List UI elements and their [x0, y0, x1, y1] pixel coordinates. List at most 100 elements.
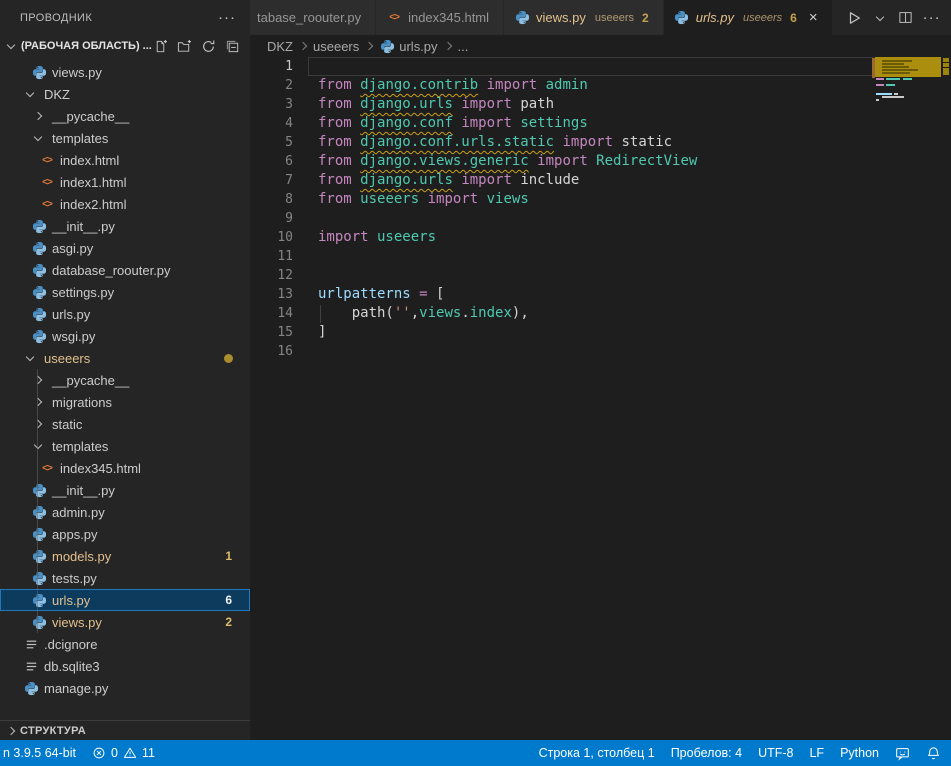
tree-item-__init__.py[interactable]: __init__.py — [0, 215, 250, 237]
run-button[interactable] — [843, 7, 865, 29]
chevron-right-icon — [31, 416, 47, 432]
tree-item-asgi.py[interactable]: asgi.py — [0, 237, 250, 259]
tab-urls.py[interactable]: urls.pyuseeers6× — [664, 0, 833, 35]
code-line-7[interactable]: 7from django.urls import include — [250, 171, 951, 190]
python-file-icon — [674, 10, 690, 26]
tree-item-database_roouter.py[interactable]: database_roouter.py — [0, 259, 250, 281]
tree-item-__pycache__[interactable]: __pycache__ — [0, 105, 250, 127]
chevron-right-icon — [31, 372, 47, 388]
tab-index345.html[interactable]: <>index345.html — [376, 0, 504, 35]
code-line-2[interactable]: 2from django.contrib import admin — [250, 76, 951, 95]
tree-item-index2.html[interactable]: <>index2.html — [0, 193, 250, 215]
tree-item-templates[interactable]: templates — [0, 127, 250, 149]
minimap[interactable] — [872, 57, 941, 740]
breadcrumb-separator-icon — [299, 42, 307, 50]
line-number: 15 — [250, 323, 293, 342]
tree-item-db.sqlite3[interactable]: db.sqlite3 — [0, 655, 250, 677]
tree-item-.dcignore[interactable]: .dcignore — [0, 633, 250, 655]
breadcrumb-segment-urls.py[interactable]: urls.py — [379, 38, 437, 54]
tree-item-DKZ[interactable]: DKZ — [0, 83, 250, 105]
tree-item-views.py[interactable]: views.py — [0, 61, 250, 83]
breadcrumb-segment-useeers[interactable]: useeers — [313, 39, 359, 54]
status-encoding[interactable]: UTF-8 — [758, 746, 793, 760]
code-line-6[interactable]: 6from django.views.generic import Redire… — [250, 152, 951, 171]
outline-label: СТРУКТУРА — [20, 725, 86, 737]
workspace-section-header[interactable]: (РАБОЧАЯ ОБЛАСТЬ) ... — [0, 35, 250, 57]
file-label: asgi.py — [52, 241, 93, 256]
code-line-11[interactable]: 11 — [250, 247, 951, 266]
code-lines: 12from django.contrib import admin3from … — [250, 57, 951, 361]
tab-tabase_roouter.py[interactable]: tabase_roouter.py — [250, 0, 376, 35]
run-dropdown-button[interactable] — [869, 7, 891, 29]
line-content: from django.urls import path — [318, 95, 554, 114]
tab-description: useeers — [743, 12, 782, 24]
default-file-icon — [23, 658, 39, 674]
html-file-icon: <> — [39, 152, 55, 168]
tree-item-useeers[interactable]: useeers — [0, 347, 250, 369]
new-folder-button[interactable] — [176, 38, 193, 55]
line-number: 2 — [250, 76, 293, 95]
python-file-icon — [31, 218, 47, 234]
tree-item-index1.html[interactable]: <>index1.html — [0, 171, 250, 193]
file-label: index345.html — [60, 461, 141, 476]
new-file-button[interactable] — [152, 38, 169, 55]
python-file-icon — [31, 262, 47, 278]
file-label: .dcignore — [44, 637, 97, 652]
python-file-icon — [31, 614, 47, 630]
code-line-16[interactable]: 16 — [250, 342, 951, 361]
tree-item-urls.py[interactable]: urls.py — [0, 303, 250, 325]
outline-section-header[interactable]: СТРУКТУРА — [0, 720, 250, 740]
status-language-mode[interactable]: Python — [840, 746, 879, 760]
status-python-interpreter[interactable]: n 3.9.5 64-bit — [3, 746, 76, 760]
file-label: static — [52, 417, 82, 432]
code-line-10[interactable]: 10import useeers — [250, 228, 951, 247]
code-line-9[interactable]: 9 — [250, 209, 951, 228]
explorer-more-actions-icon[interactable]: ··· — [218, 10, 236, 25]
overview-ruler[interactable] — [941, 57, 951, 740]
code-line-8[interactable]: 8from useeers import views — [250, 190, 951, 209]
code-line-3[interactable]: 3from django.urls import path — [250, 95, 951, 114]
workspace-name: (РАБОЧАЯ ОБЛАСТЬ) ... — [21, 40, 152, 52]
python-file-icon — [31, 592, 47, 608]
feedback-icon[interactable] — [895, 746, 910, 761]
code-editor[interactable]: 12from django.contrib import admin3from … — [250, 57, 951, 740]
collapse-all-button[interactable] — [224, 38, 241, 55]
error-count: 0 — [111, 746, 118, 760]
split-editor-button[interactable] — [895, 7, 917, 29]
code-line-13[interactable]: 13urlpatterns = [ — [250, 285, 951, 304]
code-line-15[interactable]: 15] — [250, 323, 951, 342]
python-file-icon — [31, 306, 47, 322]
code-line-1[interactable]: 1 — [250, 57, 951, 76]
breadcrumb-segment-DKZ[interactable]: DKZ — [267, 39, 293, 54]
status-cursor-position[interactable]: Строка 1, столбец 1 — [539, 746, 655, 760]
code-line-14[interactable]: 14 path('',views.index), — [250, 304, 951, 323]
file-label: wsgi.py — [52, 329, 95, 344]
breadcrumb-segment-...[interactable]: ... — [458, 39, 469, 54]
tree-item-settings.py[interactable]: settings.py — [0, 281, 250, 303]
bell-icon[interactable] — [926, 746, 941, 761]
status-indentation[interactable]: Пробелов: 4 — [671, 746, 742, 760]
tree-item-wsgi.py[interactable]: wsgi.py — [0, 325, 250, 347]
breadcrumb-label: ... — [458, 39, 469, 54]
code-line-12[interactable]: 12 — [250, 266, 951, 285]
more-button[interactable]: ··· — [921, 7, 943, 29]
line-content: from django.views.generic import Redirec… — [318, 152, 697, 171]
vscode-window: ПРОВОДНИК ··· (РАБОЧАЯ ОБЛАСТЬ) ... view… — [0, 0, 951, 766]
python-file-icon — [31, 504, 47, 520]
tree-item-index.html[interactable]: <>index.html — [0, 149, 250, 171]
code-line-4[interactable]: 4from django.conf import settings — [250, 114, 951, 133]
tree-item-manage.py[interactable]: manage.py — [0, 677, 250, 699]
close-icon[interactable]: × — [809, 10, 818, 25]
line-number: 12 — [250, 266, 293, 285]
file-label: migrations — [52, 395, 112, 410]
code-line-5[interactable]: 5from django.conf.urls.static import sta… — [250, 133, 951, 152]
refresh-button[interactable] — [200, 38, 217, 55]
chevron-right-icon — [31, 108, 47, 124]
status-problems[interactable]: 0 11 — [92, 746, 155, 760]
file-label: admin.py — [52, 505, 105, 520]
workspace-actions — [152, 38, 241, 55]
status-eol[interactable]: LF — [809, 746, 824, 760]
indent-guide — [320, 305, 321, 323]
file-label: views.py — [52, 615, 102, 630]
tab-views.py[interactable]: views.pyuseeers2 — [504, 0, 664, 35]
